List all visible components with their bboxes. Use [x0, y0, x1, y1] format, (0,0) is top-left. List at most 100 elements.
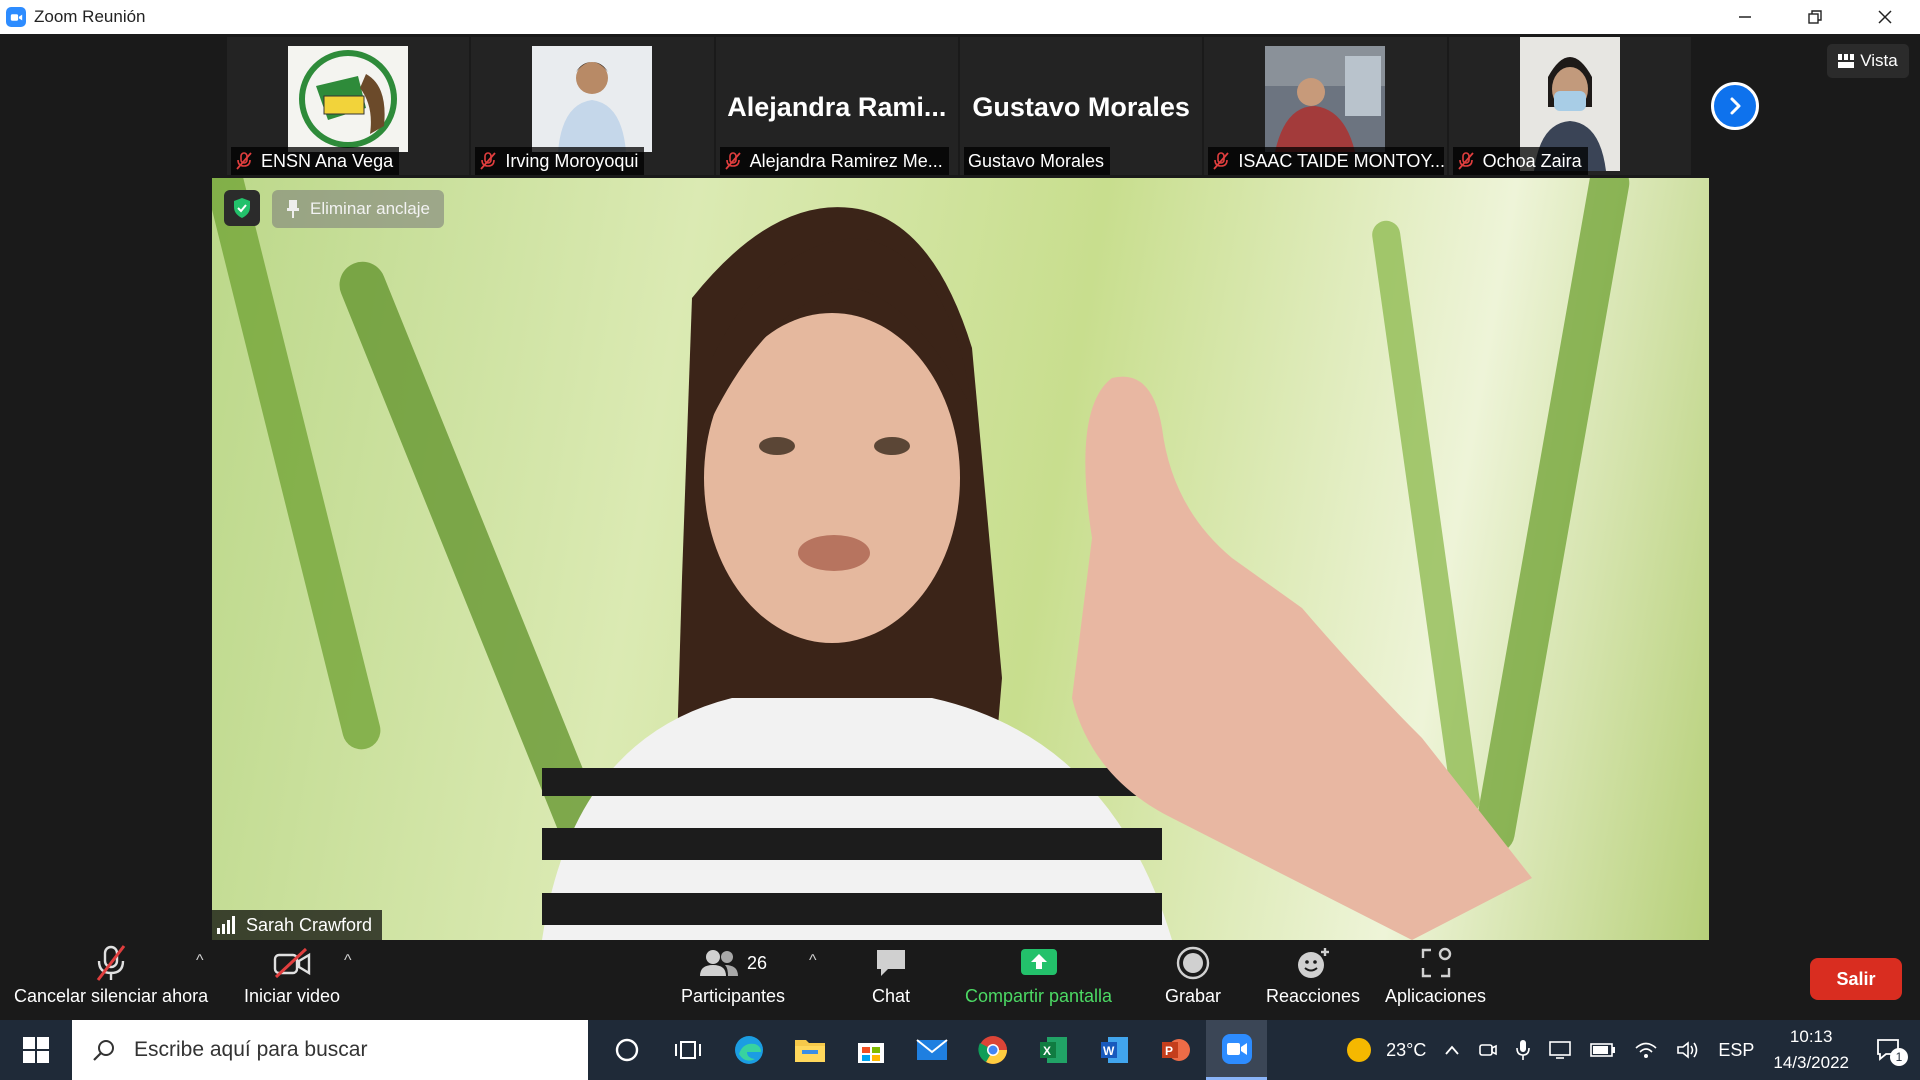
- input-language[interactable]: ESP: [1718, 1040, 1754, 1061]
- unmute-label: Cancelar silenciar ahora: [14, 986, 209, 1006]
- action-center-button[interactable]: 1: [1876, 1038, 1908, 1066]
- volume-tray-icon[interactable]: [1676, 1040, 1700, 1060]
- chevron-up-icon: [1445, 1045, 1460, 1055]
- word-icon: W: [1100, 1037, 1128, 1063]
- reactions-label: Reacciones: [1266, 986, 1361, 1006]
- reactions-button[interactable]: Reacciones: [1266, 940, 1360, 1020]
- monitor-icon: [1549, 1041, 1572, 1059]
- participant-tile[interactable]: Alejandra Rami... Alejandra Ramirez Me..…: [715, 37, 958, 175]
- participant-name: Ochoa Zaira: [1482, 150, 1582, 171]
- close-button[interactable]: [1850, 0, 1920, 34]
- restore-button[interactable]: [1780, 0, 1850, 34]
- taskbar-search-box[interactable]: Escribe aquí para buscar: [72, 1020, 588, 1080]
- minimize-icon: [1739, 16, 1751, 18]
- participant-name: Alejandra Ramirez Me...: [749, 150, 943, 171]
- system-tray: 23°C ESP 10:13 14/3/2022 1: [1335, 1020, 1920, 1080]
- wifi-tray-icon[interactable]: [1634, 1040, 1658, 1060]
- battery-tray-icon[interactable]: [1590, 1043, 1616, 1057]
- battery-icon: [1590, 1043, 1616, 1057]
- view-button[interactable]: Vista: [1827, 44, 1909, 78]
- participant-tile[interactable]: Irving Moroyoqui: [471, 37, 714, 175]
- start-video-button[interactable]: Iniciar video: [244, 940, 340, 1020]
- zoom-app[interactable]: [1206, 1020, 1267, 1080]
- chat-button[interactable]: Chat: [872, 940, 910, 1020]
- file-explorer-app[interactable]: [779, 1020, 840, 1080]
- video-options-caret[interactable]: ^: [344, 952, 352, 970]
- store-icon: [857, 1043, 884, 1063]
- record-icon: [1176, 946, 1210, 980]
- audio-options-caret[interactable]: ^: [196, 952, 204, 970]
- camera-icon: [1479, 1044, 1498, 1056]
- network-status-icon-button[interactable]: [1548, 1040, 1572, 1060]
- participant-name-label: ENSN Ana Vega: [231, 147, 400, 175]
- participants-button[interactable]: 26 Participantes: [681, 940, 785, 1020]
- mic-muted-icon: [724, 152, 741, 170]
- search-placeholder: Escribe aquí para buscar: [134, 1038, 368, 1061]
- task-view-button[interactable]: [657, 1020, 718, 1080]
- chrome-app[interactable]: [962, 1020, 1023, 1080]
- restore-icon: [1808, 10, 1822, 24]
- clock-time: 10:13: [1789, 1027, 1833, 1046]
- unmute-button[interactable]: Cancelar silenciar ahora: [14, 940, 208, 1020]
- svg-text:P: P: [1165, 1044, 1173, 1058]
- participant-name-label: Gustavo Morales: [963, 147, 1111, 175]
- powerpoint-app[interactable]: P: [1145, 1020, 1206, 1080]
- record-button[interactable]: Grabar: [1165, 940, 1221, 1020]
- mail-app[interactable]: [901, 1020, 962, 1080]
- windows-taskbar: Escribe aquí para buscar X W P 23°C ESP …: [0, 1020, 1920, 1080]
- participant-name: ENSN Ana Vega: [261, 150, 394, 171]
- participant-big-name: Gustavo Morales: [972, 92, 1190, 122]
- participant-tile[interactable]: Ochoa Zaira: [1448, 37, 1691, 175]
- participant-name-label: Alejandra Ramirez Me...: [719, 147, 949, 175]
- apps-label: Aplicaciones: [1385, 986, 1487, 1006]
- next-page-button[interactable]: [1711, 82, 1759, 130]
- participants-options-caret[interactable]: ^: [809, 952, 817, 970]
- apps-button[interactable]: Aplicaciones: [1385, 940, 1486, 1020]
- meeting-area: ENSN Ana Vega Irving Moroyoqui Alejandra…: [0, 34, 1920, 940]
- minimize-button[interactable]: [1710, 0, 1780, 34]
- pin-icon: [287, 200, 299, 218]
- store-app[interactable]: [840, 1020, 901, 1080]
- speaker-figure: [542, 207, 1532, 940]
- chevron-right-icon: [1730, 97, 1741, 115]
- windows-logo-icon: [23, 1037, 49, 1063]
- speaker-name: Sarah Crawford: [246, 914, 373, 935]
- encryption-shield-button[interactable]: [224, 190, 260, 226]
- grid-view-icon: [1838, 54, 1855, 68]
- edge-app[interactable]: [718, 1020, 779, 1080]
- excel-app[interactable]: X: [1023, 1020, 1084, 1080]
- start-button[interactable]: [0, 1020, 72, 1080]
- participant-tile[interactable]: ISAAC TAIDE MONTOY...: [1204, 37, 1447, 175]
- leave-meeting-button[interactable]: Salir: [1810, 958, 1902, 1000]
- clock[interactable]: 10:13 14/3/2022: [1773, 1024, 1849, 1076]
- microphone-tray-icon[interactable]: [1516, 1039, 1531, 1061]
- cortana-button[interactable]: [596, 1020, 657, 1080]
- meeting-toolbar: Cancelar silenciar ahora ^ Iniciar video…: [0, 940, 1920, 1020]
- participant-big-name: Alejandra Rami...: [727, 92, 947, 122]
- weather-widget[interactable]: 23°C: [1344, 1035, 1426, 1065]
- cortana-icon: [615, 1038, 638, 1062]
- speaker-icon: [1677, 1041, 1698, 1059]
- chrome-icon: [977, 1036, 1007, 1064]
- share-screen-button[interactable]: Compartir pantalla: [965, 940, 1112, 1020]
- close-icon: [1878, 10, 1892, 24]
- participant-tile[interactable]: ENSN Ana Vega: [227, 37, 470, 175]
- title-bar: Zoom Reunión: [0, 0, 1920, 34]
- participants-label: Participantes: [681, 986, 786, 1006]
- mail-icon: [915, 1039, 948, 1060]
- search-icon: [93, 1040, 114, 1061]
- show-hidden-icons-button[interactable]: [1444, 1044, 1460, 1056]
- folder-icon: [794, 1040, 825, 1062]
- unpin-button[interactable]: Eliminar anclaje: [272, 190, 444, 228]
- mic-muted-icon: [96, 945, 126, 981]
- main-speaker-video[interactable]: Eliminar anclaje Sarah Crawford: [212, 178, 1709, 940]
- participants-strip: ENSN Ana Vega Irving Moroyoqui Alejandra…: [227, 37, 1693, 175]
- camera-tray-icon[interactable]: [1478, 1040, 1498, 1060]
- mic-muted-icon: [1213, 152, 1229, 170]
- word-app[interactable]: W: [1084, 1020, 1145, 1080]
- participant-name: Gustavo Morales: [967, 150, 1105, 171]
- notification-count-badge: 1: [1890, 1048, 1908, 1066]
- start-video-label: Iniciar video: [244, 986, 341, 1006]
- participant-photo: [1265, 46, 1386, 152]
- participant-tile[interactable]: Gustavo Morales Gustavo Morales: [959, 37, 1203, 175]
